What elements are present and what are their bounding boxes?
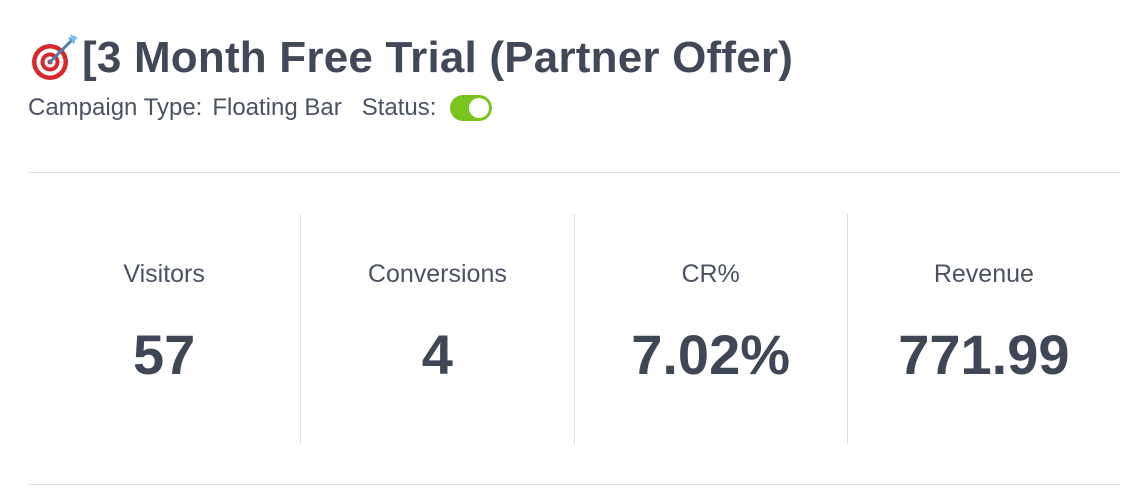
status-toggle-knob xyxy=(469,98,490,118)
campaign-header: [3 Month Free Trial (Partner Offer) Camp… xyxy=(28,28,1120,122)
stat-visitors: Visitors 57 xyxy=(28,214,300,444)
stat-label: Revenue xyxy=(933,260,1034,288)
page-title: [3 Month Free Trial (Partner Offer) xyxy=(82,33,794,82)
stat-conversions: Conversions 4 xyxy=(300,214,573,444)
status-label: Status: xyxy=(361,94,437,121)
campaign-meta: Campaign Type: Floating Bar Status: xyxy=(28,94,1120,122)
stats-panel: Visitors 57 Conversions 4 CR% 7.02% Reve… xyxy=(28,214,1120,444)
top-divider xyxy=(28,172,1120,173)
status-toggle[interactable] xyxy=(450,95,493,121)
dart-target-icon xyxy=(32,34,78,80)
stat-conversion-rate: CR% 7.02% xyxy=(573,214,847,444)
stat-value: 57 xyxy=(132,323,196,386)
stat-label: Visitors xyxy=(123,260,205,288)
stat-label: Conversions xyxy=(367,260,507,288)
bottom-divider xyxy=(28,484,1120,485)
campaign-type-label: Campaign Type: xyxy=(28,94,203,121)
title-row: [3 Month Free Trial (Partner Offer) xyxy=(28,28,1120,88)
stat-value: 4 xyxy=(421,323,453,386)
stat-value: 7.02% xyxy=(631,323,791,386)
campaign-type-value: Floating Bar xyxy=(212,94,342,121)
stat-revenue: Revenue 771.99 xyxy=(846,214,1120,444)
stat-label: CR% xyxy=(681,260,740,288)
stat-value: 771.99 xyxy=(898,323,1070,386)
